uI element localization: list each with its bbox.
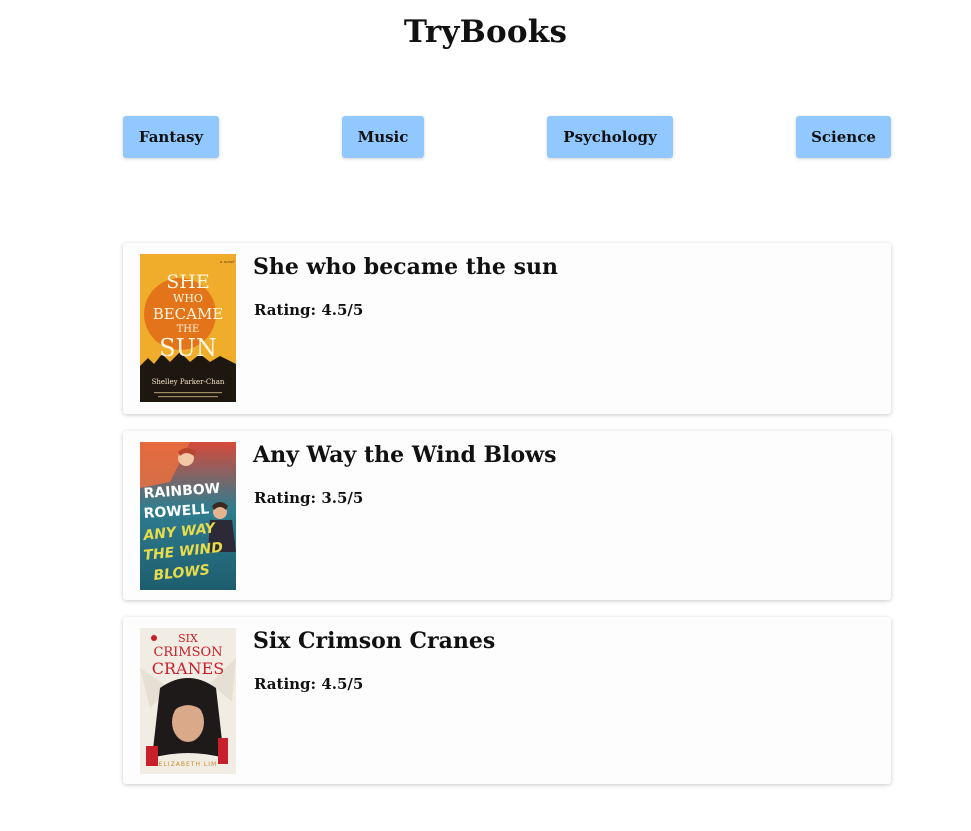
cover-tag: a novel [220, 259, 235, 264]
cover-title-line: SUN [159, 334, 217, 362]
rating-label: Rating: [254, 675, 317, 693]
book-rating: Rating: 4.5/5 [254, 675, 363, 693]
cover-title-line: SIX [178, 632, 198, 645]
cover-title-line: WHO [173, 292, 203, 305]
rating-value: 4.5/5 [321, 301, 364, 319]
book-title[interactable]: Six Crimson Cranes [253, 628, 495, 654]
book-cover-image[interactable]: a novel SHE WHO BECAME THE SUN Shelley P… [140, 254, 236, 402]
cover-title-line: CRANES [152, 659, 224, 678]
book-cover-image[interactable]: SIX CRIMSON CRANES ELIZABETH LIM [140, 628, 236, 774]
book-card[interactable]: RAINBOW ROWELL ANY WAY THE WIND BLOWS An… [123, 431, 891, 600]
page: TryBooks Fantasy Music Psychology Scienc… [0, 0, 971, 831]
site-title: TryBooks [403, 14, 568, 50]
cover-title-line: CRIMSON [153, 645, 222, 660]
book-title[interactable]: Any Way the Wind Blows [253, 442, 556, 468]
rating-value: 3.5/5 [321, 489, 364, 507]
category-button-fantasy[interactable]: Fantasy [123, 116, 219, 158]
category-button-psychology[interactable]: Psychology [547, 116, 673, 158]
rating-label: Rating: [254, 301, 317, 319]
book-cover-art: a novel SHE WHO BECAME THE SUN Shelley P… [140, 254, 236, 402]
book-title[interactable]: She who became the sun [253, 254, 558, 280]
category-button-science[interactable]: Science [796, 116, 891, 158]
rating-value: 4.5/5 [321, 675, 364, 693]
book-card[interactable]: a novel SHE WHO BECAME THE SUN Shelley P… [123, 243, 891, 414]
rating-label: Rating: [254, 489, 317, 507]
book-cover-image[interactable]: RAINBOW ROWELL ANY WAY THE WIND BLOWS [140, 442, 236, 590]
cover-title-line: SHE [166, 271, 209, 293]
book-cover-art: SIX CRIMSON CRANES ELIZABETH LIM [140, 628, 236, 774]
book-cover-art: RAINBOW ROWELL ANY WAY THE WIND BLOWS [140, 442, 236, 590]
category-button-music[interactable]: Music [342, 116, 424, 158]
book-card[interactable]: SIX CRIMSON CRANES ELIZABETH LIM Six Cri… [123, 617, 891, 784]
cover-author: Shelley Parker-Chan [152, 378, 225, 386]
cover-title-line: BECAME [153, 305, 224, 323]
cover-author: ELIZABETH LIM [159, 761, 217, 768]
book-rating: Rating: 3.5/5 [254, 489, 363, 507]
book-rating: Rating: 4.5/5 [254, 301, 363, 319]
